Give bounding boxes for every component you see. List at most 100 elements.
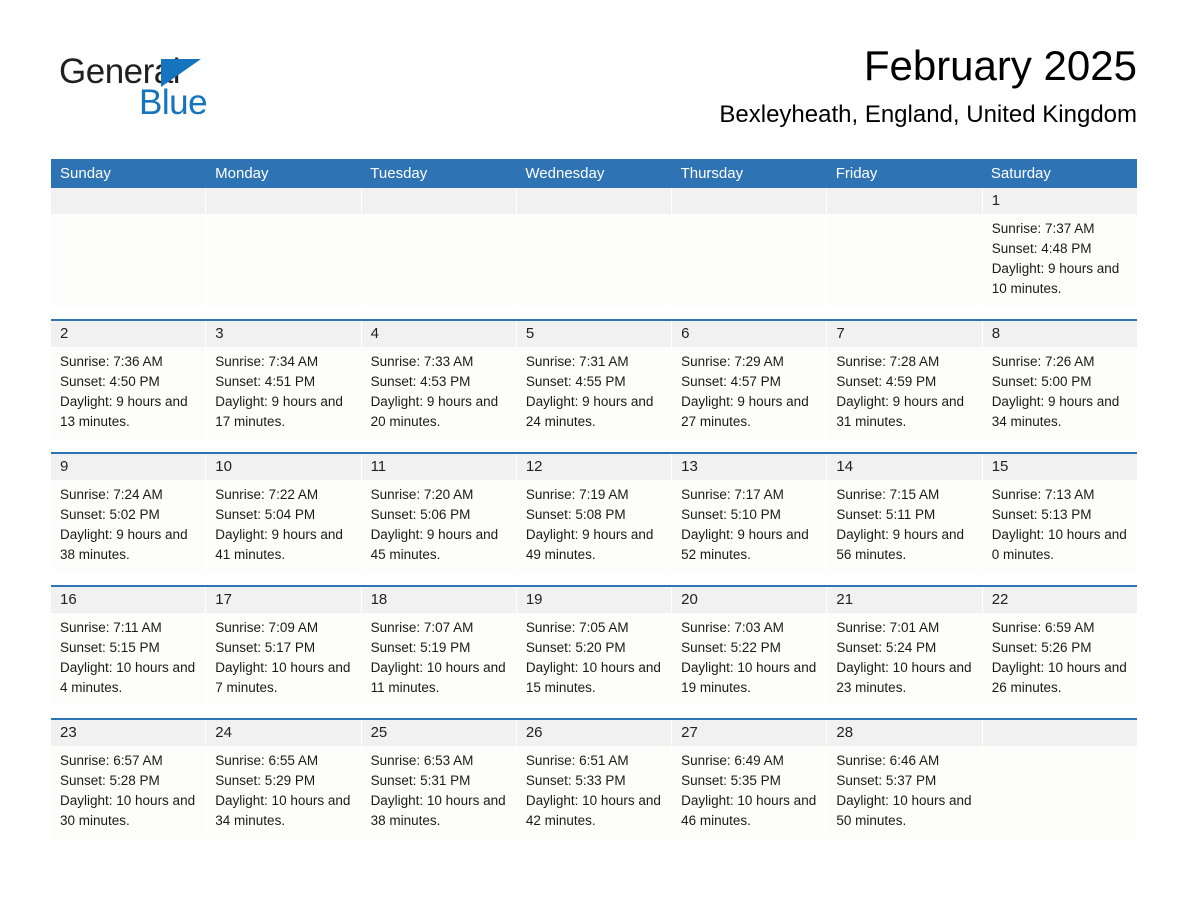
daylight-text: Daylight: 10 hours and 42 minutes.	[525, 793, 661, 828]
daylight-text: Daylight: 9 hours and 52 minutes.	[681, 527, 809, 562]
day-number: 28	[827, 720, 982, 746]
day-cell[interactable]: 1 Sunrise: 7:37 AM Sunset: 4:48 PM Daylight…	[982, 188, 1137, 307]
day-number: 25	[361, 720, 516, 746]
week-row: 2 Sunrise: 7:36 AM Sunset: 4:50 PM Daylight…	[51, 319, 1137, 440]
sunset-text: Sunset: 5:17 PM	[215, 640, 316, 655]
day-sun-info: Sunrise: 7:09 AM Sunset: 5:17 PM Daylight:…	[206, 613, 360, 706]
day-cell[interactable]: 26 Sunrise: 6:51 AM Sunset: 5:33 PM Dayligh…	[516, 720, 673, 839]
day-sun-info: Sunrise: 7:33 AM Sunset: 4:53 PM Daylight:…	[362, 347, 516, 440]
day-sun-info: Sunrise: 7:15 AM Sunset: 5:11 PM Daylight:…	[827, 480, 981, 573]
daylight-text: Daylight: 10 hours and 15 minutes.	[525, 660, 661, 695]
day-sun-info: Sunrise: 7:11 AM Sunset: 5:15 PM Daylight:…	[51, 613, 205, 706]
day-sun-info: Sunrise: 7:37 AM Sunset: 4:48 PM Daylight:…	[983, 214, 1137, 307]
day-number	[206, 188, 361, 214]
day-cell[interactable]: 23 Sunrise: 6:57 AM Sunset: 5:28 PM Dayligh…	[51, 720, 207, 839]
day-sun-info: Sunrise: 7:03 AM Sunset: 5:22 PM Daylight:…	[672, 613, 826, 706]
daylight-text: Daylight: 9 hours and 27 minutes.	[681, 394, 809, 429]
day-cell[interactable]: 20 Sunrise: 7:03 AM Sunset: 5:22 PM Dayligh…	[672, 587, 828, 706]
weekday-header-row: Sunday Monday Tuesday Wednesday Thursday Frid…	[51, 159, 1137, 188]
day-cell[interactable]: 11 Sunrise: 7:20 AM Sunset: 5:06 PM Dayligh…	[361, 454, 517, 573]
day-number: 20	[672, 587, 827, 613]
day-sun-info: Sunrise: 7:19 AM Sunset: 5:08 PM Daylight:…	[517, 480, 671, 573]
day-number: 18	[361, 587, 516, 613]
day-cell[interactable]: 8 Sunrise: 7:26 AM Sunset: 5:00 PM Daylight…	[982, 321, 1137, 440]
sunset-text: Sunset: 4:51 PM	[215, 374, 316, 389]
day-cell[interactable]: 4 Sunrise: 7:33 AM Sunset: 4:53 PM Daylight…	[361, 321, 517, 440]
daylight-text: Daylight: 10 hours and 46 minutes.	[681, 793, 817, 828]
day-number: 27	[672, 720, 827, 746]
day-cell[interactable]: 17 Sunrise: 7:09 AM Sunset: 5:17 PM Dayligh…	[206, 587, 362, 706]
sunset-text: Sunset: 5:13 PM	[991, 507, 1092, 522]
generalblue-logo[interactable]: General Blue	[59, 52, 319, 124]
day-cell[interactable]: 9 Sunrise: 7:24 AM Sunset: 5:02 PM Daylight…	[51, 454, 207, 573]
day-cell[interactable]: 7 Sunrise: 7:28 AM Sunset: 4:59 PM Daylight…	[827, 321, 983, 440]
day-cell[interactable]: 18 Sunrise: 7:07 AM Sunset: 5:19 PM Dayligh…	[361, 587, 517, 706]
day-number: 17	[206, 587, 361, 613]
day-sun-info: Sunrise: 7:28 AM Sunset: 4:59 PM Daylight:…	[827, 347, 981, 440]
day-number: 23	[51, 720, 206, 746]
weekday-header-sunday: Sunday	[60, 165, 111, 182]
sunset-text: Sunset: 5:26 PM	[991, 640, 1092, 655]
daylight-text: Daylight: 9 hours and 10 minutes.	[991, 261, 1120, 296]
sunset-text: Sunset: 5:22 PM	[681, 640, 781, 655]
day-cell[interactable]: 16 Sunrise: 7:11 AM Sunset: 5:15 PM Dayligh…	[51, 587, 207, 706]
day-number: 5	[516, 321, 672, 347]
calendar-weeks: 1 Sunrise: 7:37 AM Sunset: 4:48 PM Daylight…	[51, 188, 1137, 839]
weekday-header-saturday: Saturday	[990, 165, 1051, 182]
week-spacer	[51, 440, 1137, 452]
day-cell[interactable]: 22 Sunrise: 6:59 AM Sunset: 5:26 PM Dayligh…	[982, 587, 1137, 706]
sunset-text: Sunset: 5:08 PM	[525, 507, 626, 522]
sunset-text: Sunset: 5:11 PM	[836, 507, 936, 522]
sunrise-text: Sunrise: 6:51 AM	[525, 753, 629, 768]
day-cell-empty	[827, 188, 983, 307]
weekday-header-friday: Friday	[835, 165, 878, 182]
day-cell[interactable]: 12 Sunrise: 7:19 AM Sunset: 5:08 PM Dayligh…	[516, 454, 673, 573]
day-cell[interactable]: 14 Sunrise: 7:15 AM Sunset: 5:11 PM Dayligh…	[827, 454, 983, 573]
sunrise-text: Sunrise: 7:15 AM	[836, 487, 940, 502]
daylight-text: Daylight: 10 hours and 7 minutes.	[215, 660, 351, 695]
sunrise-text: Sunrise: 7:24 AM	[60, 487, 163, 502]
sunrise-text: Sunrise: 7:17 AM	[681, 487, 784, 502]
day-number: 15	[982, 454, 1137, 480]
sunrise-text: Sunrise: 6:55 AM	[215, 753, 319, 768]
day-cell[interactable]: 3 Sunrise: 7:34 AM Sunset: 4:51 PM Daylight…	[206, 321, 362, 440]
day-number	[361, 188, 516, 214]
daylight-text: Daylight: 10 hours and 11 minutes.	[370, 660, 506, 695]
sunset-text: Sunset: 4:57 PM	[681, 374, 781, 389]
daylight-text: Daylight: 9 hours and 41 minutes.	[215, 527, 343, 562]
daylight-text: Daylight: 9 hours and 24 minutes.	[525, 394, 654, 429]
day-cell[interactable]: 10 Sunrise: 7:22 AM Sunset: 5:04 PM Dayligh…	[206, 454, 362, 573]
day-cell[interactable]: 2 Sunrise: 7:36 AM Sunset: 4:50 PM Daylight…	[51, 321, 207, 440]
day-number	[51, 188, 206, 214]
daylight-text: Daylight: 9 hours and 38 minutes.	[60, 527, 188, 562]
day-cell[interactable]: 13 Sunrise: 7:17 AM Sunset: 5:10 PM Dayligh…	[672, 454, 828, 573]
sunset-text: Sunset: 5:00 PM	[991, 374, 1092, 389]
week-row: 23 Sunrise: 6:57 AM Sunset: 5:28 PM Dayligh…	[51, 718, 1137, 839]
day-cell[interactable]: 5 Sunrise: 7:31 AM Sunset: 4:55 PM Daylight…	[516, 321, 673, 440]
day-cell[interactable]: 6 Sunrise: 7:29 AM Sunset: 4:57 PM Daylight…	[672, 321, 828, 440]
day-number: 22	[982, 587, 1137, 613]
sunset-text: Sunset: 4:59 PM	[836, 374, 937, 389]
day-cell[interactable]: 25 Sunrise: 6:53 AM Sunset: 5:31 PM Dayligh…	[361, 720, 517, 839]
day-cell[interactable]: 15 Sunrise: 7:13 AM Sunset: 5:13 PM Dayligh…	[982, 454, 1137, 573]
daylight-text: Daylight: 9 hours and 56 minutes.	[836, 527, 964, 562]
day-number: 14	[827, 454, 982, 480]
day-number: 4	[361, 321, 516, 347]
day-cell[interactable]: 27 Sunrise: 6:49 AM Sunset: 5:35 PM Dayligh…	[672, 720, 828, 839]
sunrise-text: Sunrise: 6:59 AM	[991, 620, 1095, 635]
sunset-text: Sunset: 5:15 PM	[60, 640, 160, 655]
day-sun-info: Sunrise: 6:53 AM Sunset: 5:31 PM Daylight:…	[362, 746, 516, 839]
weekday-header-thursday: Thursday	[680, 165, 744, 182]
week-row: 1 Sunrise: 7:37 AM Sunset: 4:48 PM Daylight…	[51, 188, 1137, 307]
day-cell[interactable]: 19 Sunrise: 7:05 AM Sunset: 5:20 PM Dayligh…	[516, 587, 673, 706]
day-cell[interactable]: 24 Sunrise: 6:55 AM Sunset: 5:29 PM Dayligh…	[206, 720, 362, 839]
day-cell-empty	[51, 188, 207, 307]
day-sun-info: Sunrise: 7:31 AM Sunset: 4:55 PM Daylight:…	[517, 347, 671, 440]
sunrise-text: Sunrise: 7:19 AM	[525, 487, 629, 502]
sunset-text: Sunset: 4:55 PM	[525, 374, 626, 389]
sunrise-text: Sunrise: 7:09 AM	[215, 620, 319, 635]
day-cell[interactable]: 28 Sunrise: 6:46 AM Sunset: 5:37 PM Dayligh…	[827, 720, 983, 839]
day-cell[interactable]: 21 Sunrise: 7:01 AM Sunset: 5:24 PM Dayligh…	[827, 587, 983, 706]
day-number: 12	[516, 454, 672, 480]
sunrise-text: Sunrise: 6:53 AM	[370, 753, 474, 768]
